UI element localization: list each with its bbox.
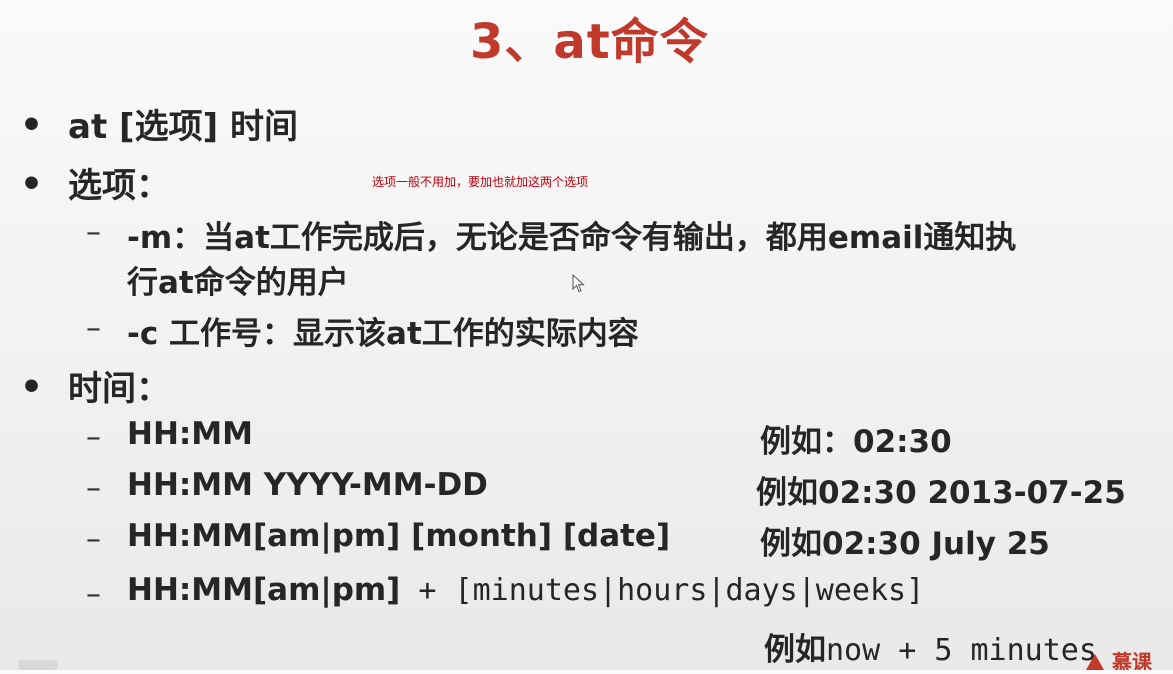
time-format-1: HH:MM [127,416,253,452]
time-format-3: HH:MM[am|pm] [month] [date] [127,518,671,554]
option-m-line2: 行at命令的用户 [127,265,349,301]
at-syntax: at [选项] 时间 [68,107,298,147]
option-m-line1: -m：当at工作完成后，无论是否命令有输出，都用email通知执 [127,220,1017,256]
bullet-dot: • [20,105,44,146]
relative-time-format: HH:MM[am|pm] + [minutes|hours|days|weeks… [127,572,924,608]
relative-example-label: 例如 [764,632,826,668]
option-c: -c 工作号：显示该at工作的实际内容 [127,316,639,352]
slide-title: 3、at命令 [470,14,709,70]
options-note: 选项一般不用加，要加也就加这两个选项 [372,175,589,189]
time-example-2: 例如02:30 2013-07-25 [756,475,1126,511]
bullet-dot: • [20,164,44,205]
dash-marker: – [86,522,101,557]
dash-marker: – [86,311,101,346]
dash-marker: – [86,577,101,612]
relative-example-value: now + 5 minutes [826,633,1097,668]
relative-format-base: HH:MM[am|pm] [127,572,401,608]
time-format-2: HH:MM YYYY-MM-DD [127,467,488,503]
bullet-dot: • [20,367,44,408]
relative-time-example: 例如now + 5 minutes [764,624,1097,669]
brand-logo: 慕课 [1082,648,1173,674]
options-heading: 选项： [68,166,170,206]
dash-marker: – [86,420,101,455]
time-example-1: 例如：02:30 [760,424,952,460]
brand-logo-text: 慕课 [1112,650,1153,670]
time-heading: 时间： [68,369,170,409]
brand-logo-icon: 慕课 [1086,650,1153,674]
dash-marker: – [86,215,101,250]
relative-format-units: + [minutes|hours|days|weeks] [400,573,925,608]
dash-marker: – [86,471,101,506]
time-example-3: 例如02:30 July 25 [760,526,1050,562]
mouse-cursor-icon [572,274,585,293]
decorative-mark [18,660,58,670]
